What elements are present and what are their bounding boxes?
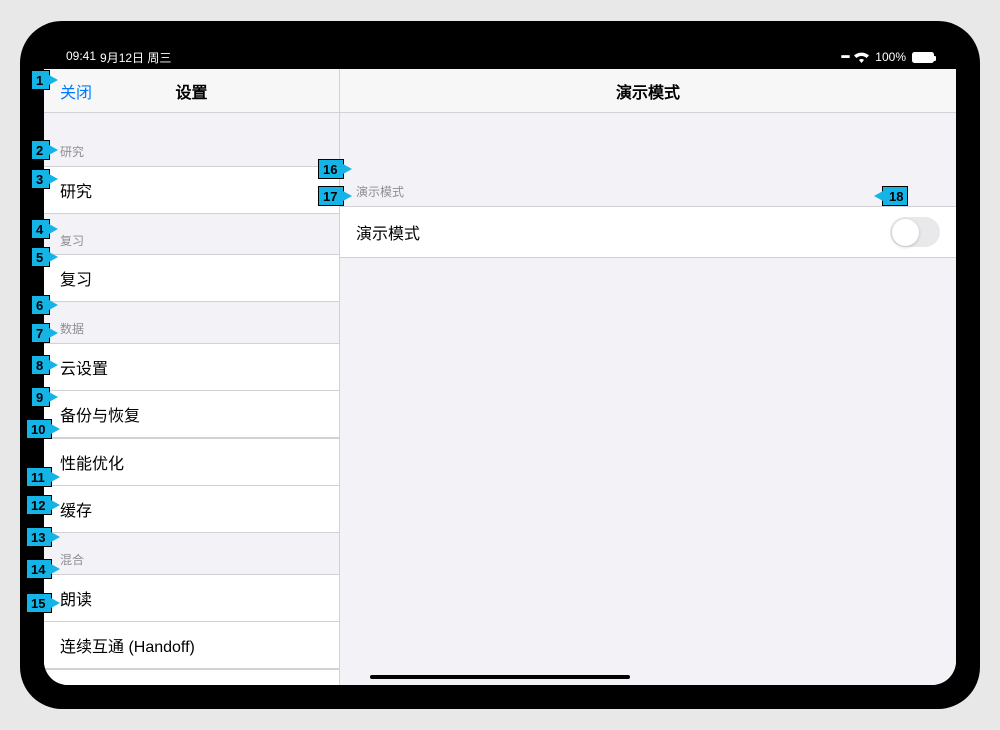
presentation-mode-row: 演示模式	[340, 206, 956, 258]
sidebar-item-review[interactable]: 复习	[44, 254, 339, 302]
detail-content[interactable]: 演示模式 演示模式	[340, 113, 956, 685]
presentation-mode-label: 演示模式	[356, 220, 420, 244]
screen: 09:41 9月12日 周三 ▪▪▪▪ 100% 关闭 设置 研究 研究 复习	[44, 45, 956, 685]
toggle-knob	[892, 219, 919, 246]
status-time: 09:41	[66, 49, 96, 66]
battery-percent: 100%	[875, 50, 906, 64]
sidebar-list[interactable]: 研究 研究 复习 复习 数据 云设置 备份与恢复 性能优化 缓存 混合 朗读 连…	[44, 113, 339, 685]
detail-header: 演示模式	[340, 69, 956, 113]
section-header-review: 复习	[44, 214, 339, 255]
status-bar: 09:41 9月12日 周三 ▪▪▪▪ 100%	[44, 45, 956, 69]
detail-title: 演示模式	[616, 79, 680, 103]
sidebar-item-handoff[interactable]: 连续互通 (Handoff)	[44, 621, 339, 669]
sidebar-item-research[interactable]: 研究	[44, 166, 339, 214]
section-header-data: 数据	[44, 302, 339, 343]
settings-sidebar: 关闭 设置 研究 研究 复习 复习 数据 云设置 备份与恢复 性能优化 缓存 混…	[44, 69, 340, 685]
section-header-mixed: 混合	[44, 533, 339, 574]
sidebar-item-backup[interactable]: 备份与恢复	[44, 390, 339, 438]
sidebar-item-performance[interactable]: 性能优化	[44, 438, 339, 486]
status-date: 9月12日 周三	[100, 49, 171, 66]
close-button[interactable]: 关闭	[60, 79, 92, 103]
sidebar-item-cloud[interactable]: 云设置	[44, 343, 339, 391]
presentation-mode-toggle[interactable]	[890, 217, 940, 247]
sidebar-item-plugins[interactable]: 插件	[44, 669, 339, 686]
wifi-icon	[854, 52, 869, 63]
battery-icon	[912, 52, 934, 63]
sidebar-header: 关闭 设置	[44, 69, 339, 113]
sidebar-item-cache[interactable]: 缓存	[44, 485, 339, 533]
section-header-research: 研究	[44, 113, 339, 166]
sidebar-item-speech[interactable]: 朗读	[44, 574, 339, 622]
detail-pane: 演示模式 演示模式 演示模式	[340, 69, 956, 685]
home-indicator[interactable]	[370, 675, 630, 679]
ipad-frame: 09:41 9月12日 周三 ▪▪▪▪ 100% 关闭 设置 研究 研究 复习	[20, 21, 980, 709]
app-content: 关闭 设置 研究 研究 复习 复习 数据 云设置 备份与恢复 性能优化 缓存 混…	[44, 69, 956, 685]
cellular-icon: ▪▪▪▪	[841, 51, 849, 63]
detail-section-header: 演示模式	[340, 113, 956, 206]
